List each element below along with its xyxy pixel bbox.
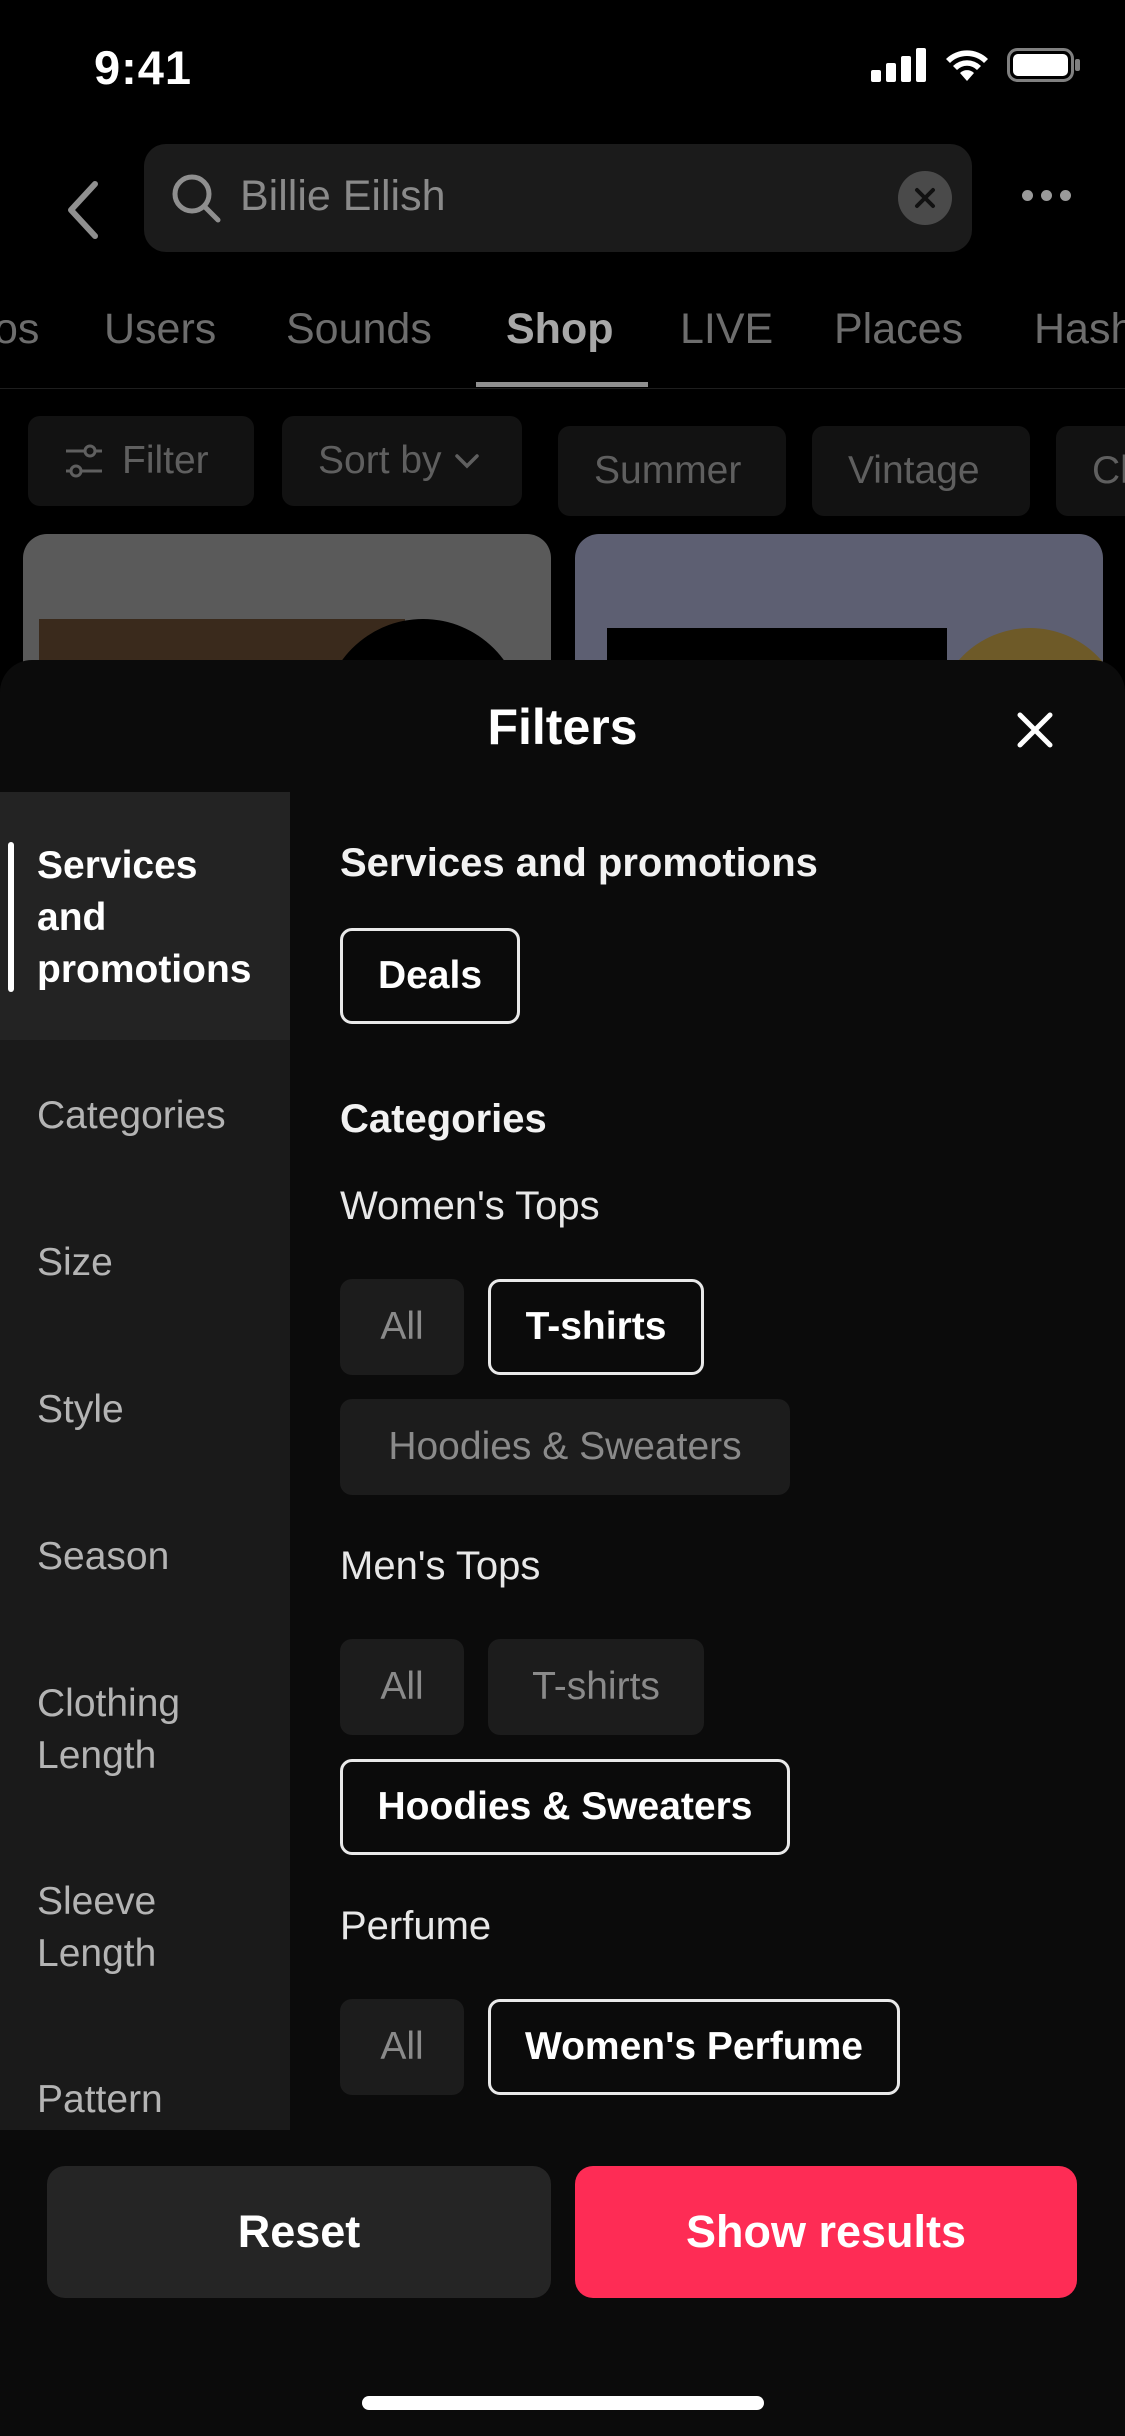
option-deals[interactable]: Deals [340, 928, 520, 1024]
tab-hashtags[interactable]: Hash [1034, 305, 1125, 354]
filter-options-panel: Services and promotions Deals Categories… [340, 792, 1100, 2130]
option-womens-perfume[interactable]: Women's Perfume [488, 1999, 900, 2095]
tab-videos[interactable]: os [0, 305, 39, 354]
tab-shop[interactable]: Shop [506, 305, 613, 354]
filter-categories-sidebar: Services and promotions Categories Size … [0, 792, 290, 2130]
wifi-icon [946, 50, 988, 81]
chevron-down-icon [454, 454, 479, 469]
sidebar-item-size[interactable]: Size [0, 1237, 290, 1289]
close-sheet-button[interactable] [1007, 702, 1063, 758]
section-title-categories: Categories [340, 1097, 547, 1141]
tab-users[interactable]: Users [104, 305, 216, 354]
option-womens-hoodies[interactable]: Hoodies & Sweaters [340, 1399, 790, 1495]
group-title-mens-tops: Men's Tops [340, 1544, 541, 1588]
status-icons [871, 48, 1081, 82]
filter-chip[interactable]: Filter [28, 416, 254, 506]
option-womens-all[interactable]: All [340, 1279, 464, 1375]
sort-by-chip[interactable]: Sort by [282, 416, 522, 506]
sidebar-item-categories[interactable]: Categories [0, 1090, 290, 1142]
sidebar-item-season[interactable]: Season [0, 1531, 290, 1583]
option-womens-tshirts[interactable]: T-shirts [488, 1279, 704, 1375]
chip-partial[interactable]: Cl [1056, 426, 1125, 516]
status-time: 9:41 [94, 41, 193, 94]
chip-vintage[interactable]: Vintage [812, 426, 1030, 516]
search-results-page: 9:41 Billie Eilish os Users Sounds Shop … [0, 0, 1125, 2436]
sidebar-item-services[interactable]: Services and promotions [0, 792, 290, 1040]
sidebar-item-clothing-length[interactable]: Clothing Length [0, 1678, 250, 1782]
reset-button[interactable]: Reset [47, 2166, 551, 2298]
group-title-perfume: Perfume [340, 1904, 492, 1948]
show-results-button[interactable]: Show results [575, 2166, 1077, 2298]
option-mens-hoodies[interactable]: Hoodies & Sweaters [340, 1759, 790, 1855]
tabs-divider [0, 388, 1125, 389]
filters-sheet: Filters Services and promotions Categori… [0, 660, 1125, 2436]
tab-places[interactable]: Places [834, 305, 963, 354]
sidebar-active-indicator [8, 842, 14, 992]
sheet-title: Filters [487, 699, 638, 755]
sidebar-item-pattern[interactable]: Pattern [0, 2074, 290, 2126]
tab-sounds[interactable]: Sounds [286, 305, 432, 354]
home-indicator [362, 2396, 764, 2410]
close-icon [1017, 712, 1053, 748]
active-tab-indicator [476, 382, 648, 387]
sliders-icon [66, 444, 102, 478]
sidebar-item-style[interactable]: Style [0, 1384, 290, 1436]
group-title-womens-tops: Women's Tops [340, 1184, 600, 1228]
chip-summer[interactable]: Summer [558, 426, 786, 516]
option-mens-tshirts[interactable]: T-shirts [488, 1639, 704, 1735]
search-tabs: os Users Sounds Shop LIVE Places Hash [0, 140, 1125, 390]
filter-chip-label: Filter [122, 439, 209, 482]
option-perfume-all[interactable]: All [340, 1999, 464, 2095]
section-title-services: Services and promotions [340, 841, 818, 885]
tab-live[interactable]: LIVE [680, 305, 773, 354]
battery-icon [1007, 48, 1080, 82]
sort-by-label: Sort by [318, 439, 442, 482]
sidebar-item-label: Services and promotions [37, 844, 252, 991]
sidebar-item-sleeve-length[interactable]: Sleeve Length [0, 1876, 230, 1980]
cellular-signal-icon [871, 48, 926, 82]
filter-chips-row: Filter Sort by Summer Vintage Cl [0, 416, 1125, 526]
status-bar: 9:41 [0, 0, 1125, 140]
option-mens-all[interactable]: All [340, 1639, 464, 1735]
